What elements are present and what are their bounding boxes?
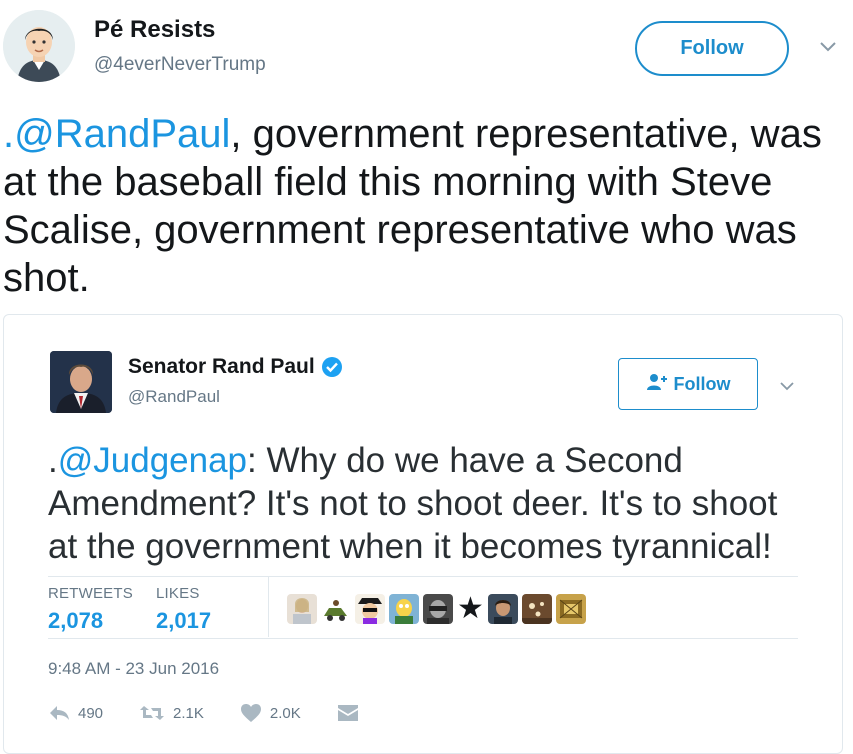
liker-avatar[interactable] [355, 594, 385, 624]
author-handle[interactable]: @4everNeverTrump [94, 54, 266, 76]
divider [48, 576, 798, 577]
quoted-follow-button[interactable]: Follow [618, 358, 758, 410]
direct-message-icon [337, 704, 359, 722]
star-icon[interactable]: ★ [457, 594, 484, 624]
retweets-label: RETWEETS [48, 585, 133, 602]
quoted-mention-link[interactable]: @Judgenap [58, 441, 247, 480]
direct-message-action[interactable] [337, 704, 359, 722]
retweet-icon [139, 704, 165, 722]
like-count: 2.0K [269, 704, 301, 722]
timestamp[interactable]: 9:48 AM - 23 Jun 2016 [48, 659, 219, 679]
liker-avatars: ★ [287, 594, 586, 624]
liker-avatar[interactable] [389, 594, 419, 624]
divider [48, 638, 798, 639]
liker-avatar[interactable] [555, 594, 586, 624]
chevron-down-icon[interactable] [818, 38, 838, 54]
author-avatar[interactable] [3, 10, 75, 82]
follow-person-icon [646, 373, 668, 396]
reply-action[interactable]: 490 [48, 704, 103, 722]
heart-icon [240, 703, 262, 723]
likes-stat[interactable]: LIKES 2,017 [156, 585, 211, 634]
reply-icon [48, 704, 70, 722]
follow-button[interactable]: Follow [635, 21, 789, 76]
tweet-text: .@RandPaul, government representative, w… [3, 110, 843, 302]
quoted-mention-prefix: . [48, 441, 58, 480]
mention-link[interactable]: .@RandPaul [3, 112, 230, 156]
quoted-author-name[interactable]: Senator Rand Paul [128, 355, 343, 379]
retweets-stat[interactable]: RETWEETS 2,078 [48, 585, 133, 634]
quoted-author-avatar[interactable] [50, 351, 112, 413]
retweet-action[interactable]: 2.1K [139, 704, 204, 722]
quoted-tweet-card[interactable]: Senator Rand Paul @RandPaul Follow .@Jud… [3, 314, 843, 754]
quoted-chevron-down-icon[interactable] [779, 379, 795, 391]
quoted-author-handle[interactable]: @RandPaul [128, 387, 220, 407]
liker-avatar[interactable] [487, 594, 518, 624]
verified-badge-icon [321, 356, 343, 378]
action-bar: 490 2.1K 2.0K [48, 703, 395, 723]
quoted-follow-label: Follow [673, 373, 731, 394]
retweet-count: 2.1K [173, 704, 204, 722]
like-action[interactable]: 2.0K [240, 703, 301, 723]
liker-avatar[interactable] [521, 594, 552, 624]
quoted-tweet-text: .@Judgenap: Why do we have a Second Amen… [48, 439, 808, 568]
likes-label: LIKES [156, 585, 200, 602]
liker-avatar[interactable] [321, 594, 351, 624]
reply-count: 490 [78, 704, 104, 722]
retweets-value: 2,078 [48, 608, 104, 633]
stat-separator [268, 577, 269, 637]
quoted-author-name-text: Senator Rand Paul [128, 355, 315, 378]
liker-avatar[interactable] [423, 594, 453, 624]
likes-value: 2,017 [156, 608, 212, 633]
liker-avatar[interactable] [287, 594, 317, 624]
author-name[interactable]: Pé Resists [94, 16, 215, 44]
